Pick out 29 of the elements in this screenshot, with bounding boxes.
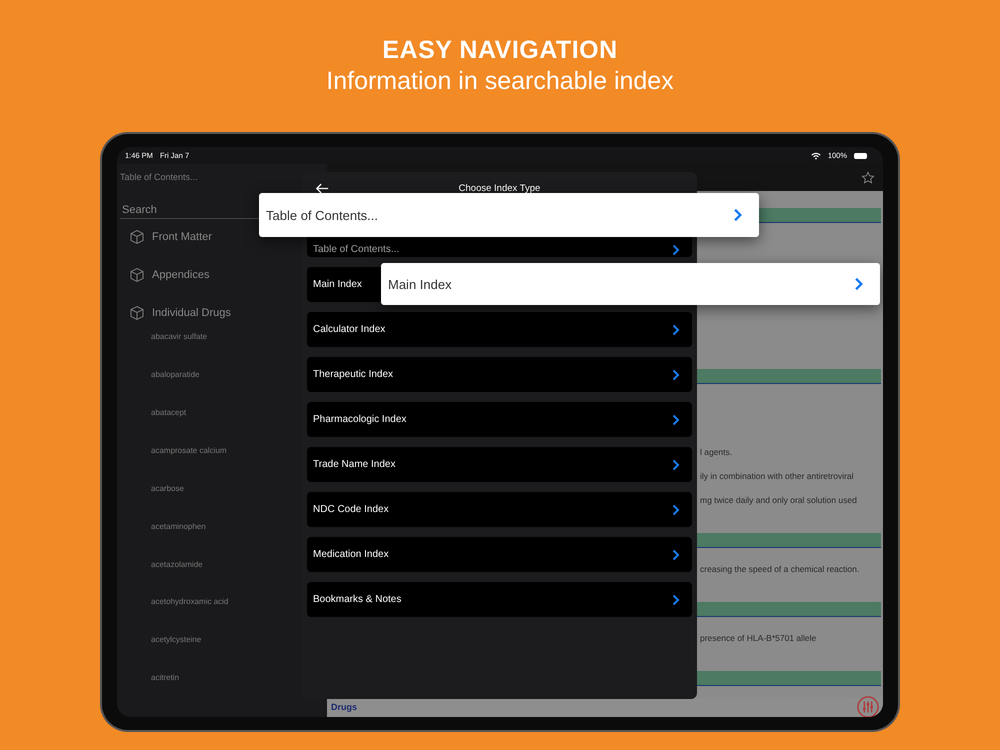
index-type-item[interactable]: Trade Name Index (307, 447, 692, 482)
cube-icon (129, 267, 145, 284)
index-type-item[interactable]: Therapeutic Index (307, 357, 692, 392)
index-type-item[interactable]: Calculator Index (307, 312, 692, 347)
cube-icon (129, 304, 145, 321)
battery-icon (854, 152, 867, 158)
back-arrow-icon[interactable] (315, 182, 329, 194)
index-type-item[interactable]: Medication Index (307, 537, 692, 572)
headline: EASY NAVIGATION (382, 36, 618, 65)
chevron-icon (854, 277, 864, 291)
index-type-item[interactable]: NDC Code Index (307, 492, 692, 527)
document-text: mg twice daily and only oral solution used (700, 495, 857, 505)
magnified-item-tooltip[interactable]: Main Index (381, 263, 880, 305)
sliders-icon[interactable] (857, 696, 879, 717)
document-text: l agents. (700, 447, 732, 457)
document-text: creasing the speed of a chemical reaction. (700, 564, 860, 574)
cube-icon (129, 229, 145, 246)
sidebar-title: Table of Contents... (120, 172, 198, 182)
star-icon[interactable] (861, 170, 875, 184)
index-type-item[interactable]: Pharmacologic Index (307, 402, 692, 437)
footer-label: Drugs (331, 702, 358, 712)
subheadline: Information in searchable index (326, 67, 674, 96)
magnified-item-tooltip[interactable]: Table of Contents... (259, 193, 759, 237)
document-text: presence of HLA-B*5701 allele (700, 633, 816, 643)
index-type-item[interactable]: Bookmarks & Notes (307, 582, 692, 617)
wifi-icon (810, 152, 821, 160)
chevron-icon (733, 208, 743, 222)
dialog-title: Choose Index Type (458, 182, 540, 194)
document-text: ily in combination with other antiretroviral (700, 471, 854, 481)
